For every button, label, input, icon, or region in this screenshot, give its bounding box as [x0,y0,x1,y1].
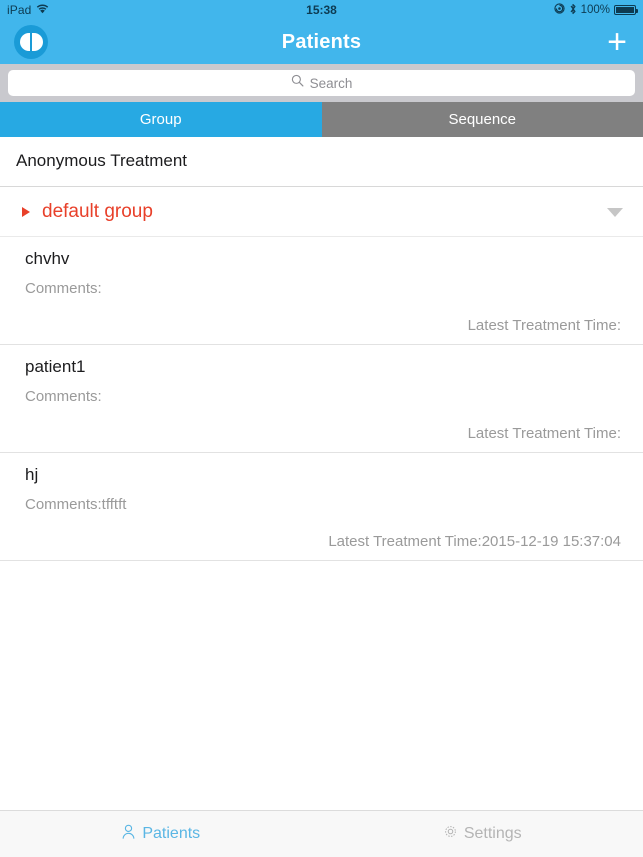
patient-name: chvhv [25,249,70,268]
patient-latest-treatment-time: Latest Treatment Time:2015-12-19 15:37:0… [328,533,621,550]
rotation-lock-icon [553,3,565,17]
search-input[interactable]: Search [8,70,635,96]
triangle-right-icon[interactable] [22,207,30,217]
battery-percent-label: 100% [580,4,610,16]
patient-latest-treatment-time: Latest Treatment Time: [467,317,621,334]
status-bar-clock: 15:38 [306,3,337,17]
tab-settings[interactable]: Settings [322,811,643,857]
add-patient-button[interactable]: + [607,25,627,59]
app-logo-icon [14,25,48,59]
status-bar-left: iPad [7,3,49,17]
tab-sequence[interactable]: Sequence [321,102,643,137]
search-bar-container: Search [0,64,643,102]
patient-comments: Comments:tfftft [25,496,127,513]
patient-name: patient1 [25,357,86,376]
battery-full-icon [614,5,638,15]
search-icon [291,74,304,92]
patients-list: Anonymous Treatment default group chvhv … [0,137,643,810]
triangle-down-icon[interactable] [607,207,623,217]
app-screen: iPad 15:38 100% Patients + Search Group … [0,0,643,857]
bottom-tab-bar: Patients Settings [0,810,643,857]
tab-group[interactable]: Group [0,102,322,137]
page-title: Patients [281,30,362,53]
tab-settings-label: Settings [463,825,522,842]
tab-patients-label: Patients [142,825,201,842]
patient-comments: Comments: [25,388,102,405]
bluetooth-icon [569,3,577,18]
person-icon [121,824,136,845]
tab-patients[interactable]: Patients [0,811,322,857]
patient-name: hj [25,465,39,484]
table-row[interactable]: chvhv Comments: Latest Treatment Time: [0,237,643,345]
segmented-control: Group Sequence [0,102,643,137]
table-row[interactable]: patient1 Comments: Latest Treatment Time… [0,345,643,453]
group-name-label: default group [42,201,153,222]
search-placeholder: Search [309,75,353,91]
status-bar-right: 100% [553,3,638,18]
gear-icon [443,824,458,844]
status-bar: iPad 15:38 100% [0,0,643,20]
navigation-bar: Patients + [0,20,643,64]
patient-comments: Comments: [25,280,102,297]
patient-latest-treatment-time: Latest Treatment Time: [467,425,621,442]
table-row[interactable]: hj Comments:tfftft Latest Treatment Time… [0,453,643,561]
wifi-icon [36,3,49,17]
section-title-anonymous-treatment: Anonymous Treatment [0,137,643,187]
group-header-default-group[interactable]: default group [0,187,643,237]
carrier-label: iPad [7,3,32,17]
